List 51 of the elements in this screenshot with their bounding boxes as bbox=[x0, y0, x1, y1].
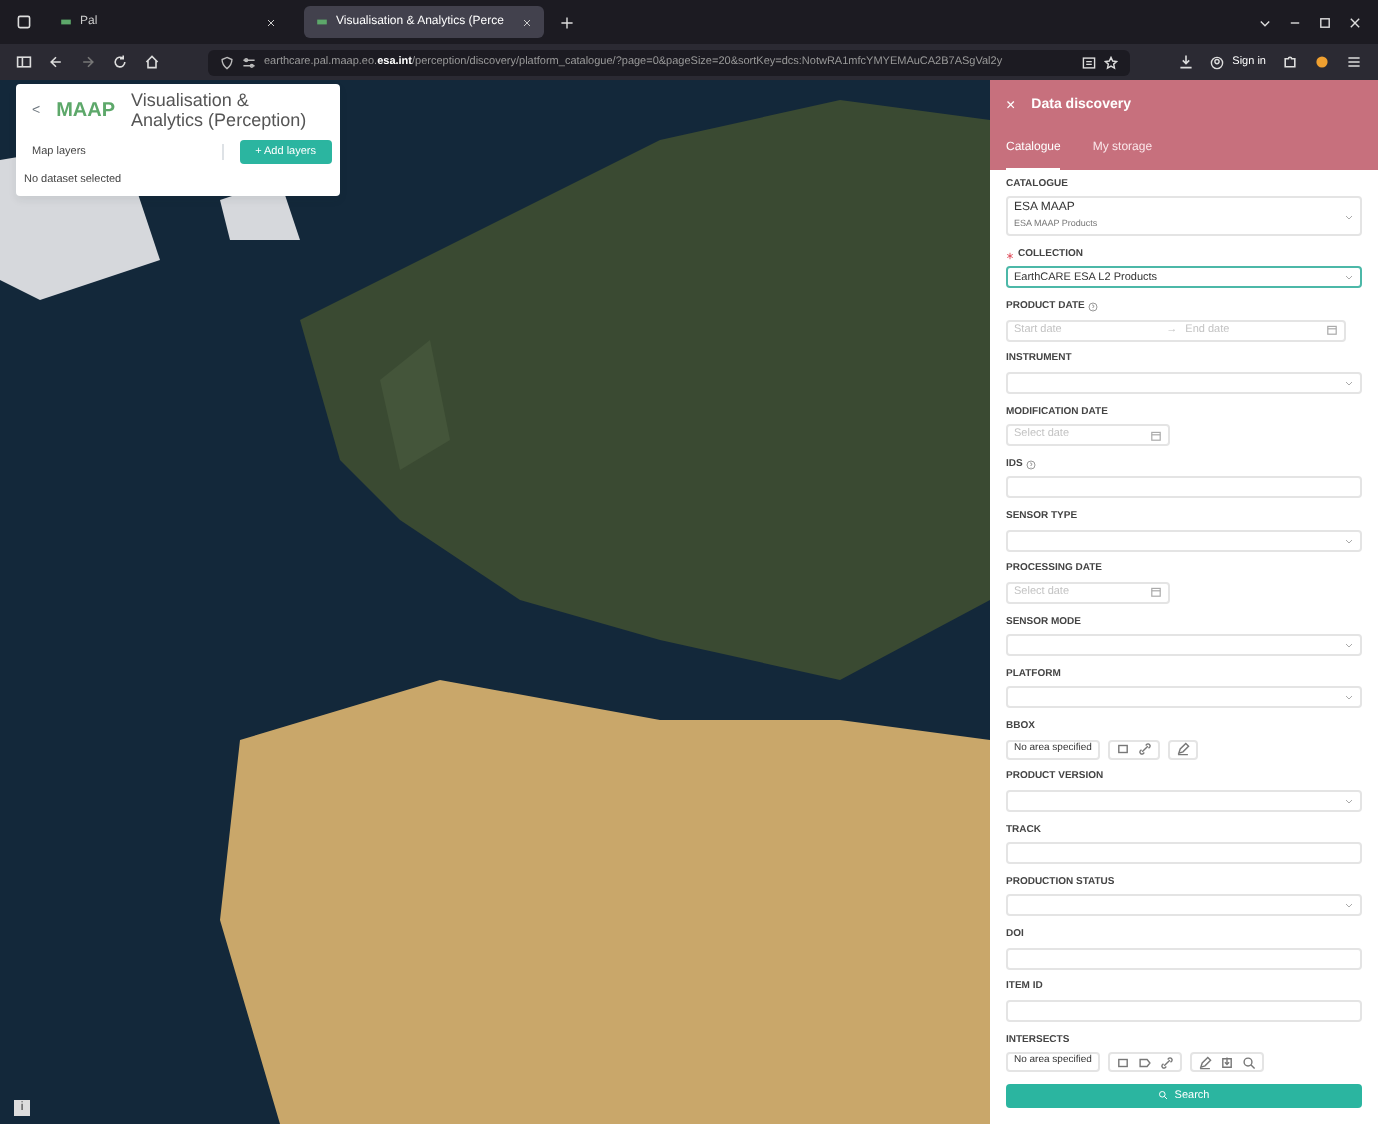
reload-icon[interactable] bbox=[112, 54, 128, 70]
link-icon[interactable] bbox=[1159, 1055, 1174, 1069]
help-icon[interactable] bbox=[1088, 302, 1099, 313]
link-icon[interactable] bbox=[1137, 742, 1152, 756]
calendar-icon bbox=[1150, 429, 1162, 441]
download-icon[interactable] bbox=[1178, 54, 1195, 70]
select-field[interactable] bbox=[1006, 529, 1362, 551]
search-icon[interactable] bbox=[1241, 1055, 1256, 1069]
import-icon[interactable] bbox=[1219, 1055, 1234, 1069]
select-field[interactable] bbox=[1006, 634, 1362, 656]
permissions-icon[interactable] bbox=[242, 55, 256, 69]
input-field[interactable] bbox=[1006, 947, 1362, 969]
logo-text: MAAP bbox=[56, 98, 116, 127]
select-field[interactable] bbox=[1006, 894, 1362, 917]
panel-title: Visualisation & Analytics (Perception) bbox=[131, 92, 309, 132]
help-icon[interactable] bbox=[1026, 460, 1037, 470]
maximize-icon[interactable] bbox=[1318, 15, 1332, 29]
reader-view-icon[interactable] bbox=[1082, 55, 1097, 69]
square-icon[interactable] bbox=[1115, 1055, 1130, 1069]
forward-icon[interactable] bbox=[80, 54, 96, 70]
close-icon[interactable] bbox=[266, 17, 276, 27]
search-icon bbox=[1158, 1090, 1169, 1101]
close-button[interactable]: × bbox=[1006, 98, 1016, 115]
tag-icon[interactable] bbox=[1137, 1055, 1152, 1069]
pencil-icon[interactable] bbox=[1175, 742, 1190, 756]
input-field[interactable] bbox=[1006, 476, 1362, 499]
back-icon[interactable] bbox=[48, 54, 64, 70]
pencil-icon[interactable] bbox=[1197, 1055, 1212, 1069]
site-icon bbox=[60, 16, 72, 28]
site-icon bbox=[316, 16, 328, 28]
square-icon[interactable] bbox=[1115, 742, 1130, 756]
calendar-icon bbox=[1326, 324, 1339, 336]
bookmark-icon[interactable] bbox=[1104, 55, 1119, 69]
sidebar-icon[interactable] bbox=[16, 54, 32, 70]
account-icon bbox=[1210, 55, 1225, 69]
menu-icon[interactable] bbox=[1346, 54, 1362, 70]
select-field[interactable] bbox=[1006, 789, 1362, 812]
close-icon[interactable] bbox=[1348, 15, 1362, 29]
close-icon[interactable] bbox=[522, 17, 532, 27]
calendar-icon bbox=[1150, 586, 1162, 599]
extensions-icon[interactable] bbox=[1282, 54, 1298, 70]
extension-icon[interactable] bbox=[1314, 54, 1330, 70]
tab-overview-icon[interactable] bbox=[16, 14, 32, 30]
home-icon[interactable] bbox=[144, 54, 160, 70]
input-field[interactable] bbox=[1006, 842, 1362, 864]
select-field[interactable] bbox=[1006, 371, 1362, 394]
shield-icon bbox=[220, 55, 234, 69]
input-field[interactable] bbox=[1006, 999, 1362, 1022]
dropdown-icon[interactable] bbox=[1258, 15, 1272, 29]
new-tab-icon[interactable] bbox=[560, 15, 574, 29]
select-field[interactable] bbox=[1006, 686, 1362, 709]
